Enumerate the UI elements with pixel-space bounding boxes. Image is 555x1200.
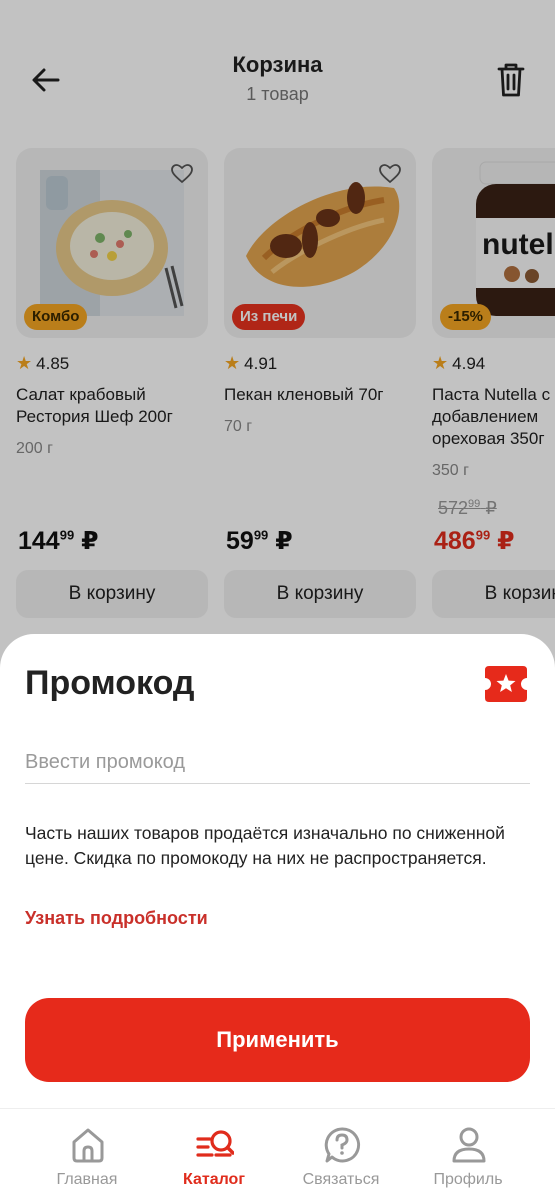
apply-button[interactable]: Применить [25,998,530,1082]
tab-label: Главная [56,1171,118,1188]
bottom-tab-bar: Главная Каталог Связаться Профиль [0,1108,555,1200]
tab-catalog[interactable]: Каталог [149,1109,279,1200]
promo-code-sheet: Промокод Часть наших товаров продаётся и… [0,634,555,1108]
tab-label: Профиль [433,1171,503,1188]
sheet-title: Промокод [25,664,195,702]
profile-icon [452,1127,486,1163]
discount-note: Часть наших товаров продаётся изначально… [25,823,505,868]
tab-contact[interactable]: Связаться [276,1109,406,1200]
catalog-search-icon [196,1130,234,1157]
coupon-ticket-icon [485,666,527,702]
help-chat-icon [324,1127,361,1163]
tab-home[interactable]: Главная [22,1109,152,1200]
home-icon [72,1128,104,1163]
tab-label: Каталог [183,1171,245,1188]
tab-label: Связаться [302,1171,380,1188]
promo-code-input[interactable] [25,742,530,784]
learn-more-link[interactable]: Узнать подробности [25,908,208,929]
tab-profile[interactable]: Профиль [403,1109,533,1200]
